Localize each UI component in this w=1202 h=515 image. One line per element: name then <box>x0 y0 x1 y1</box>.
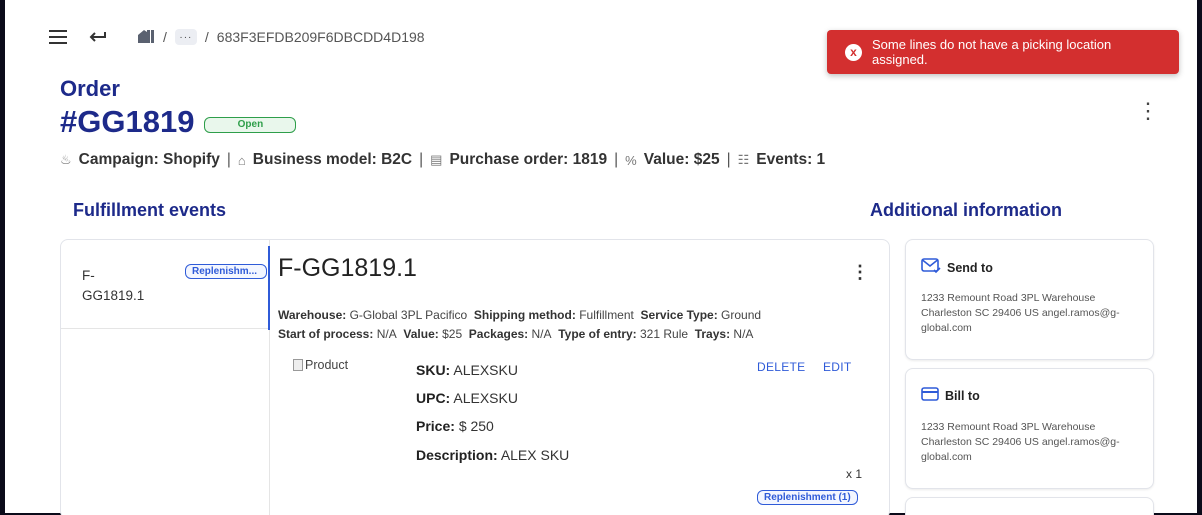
send-to-card: Send to 1233 Remount Road 3PL Warehouse … <box>905 239 1154 360</box>
order-label: Order <box>60 76 120 101</box>
error-icon: x <box>845 43 862 61</box>
service-value: Ground <box>721 308 762 322</box>
send-to-address: 1233 Remount Road 3PL Warehouse Charlest… <box>921 292 1120 334</box>
price-label: Price: <box>416 418 455 434</box>
breadcrumb-separator: / <box>204 29 209 45</box>
value-icon: % <box>625 152 637 168</box>
price-value: $ 250 <box>458 418 494 434</box>
status-badge: Open <box>204 117 297 133</box>
packages-label: Packages: <box>468 327 529 341</box>
app-frame: / ··· / 683F3EFDB209F6DBCDD4D198 x Some … <box>0 0 1202 515</box>
product-sku: SKU: ALEXSKU <box>416 362 518 378</box>
event-options-icon[interactable]: ⋮ <box>851 262 869 283</box>
error-toast[interactable]: x Some lines do not have a picking locat… <box>827 30 1179 74</box>
edit-button[interactable]: EDIT <box>823 360 852 374</box>
sku-label: SKU: <box>416 362 451 378</box>
warehouse-value: G-Global 3PL Pacifico <box>349 308 468 322</box>
meta-separator: | <box>419 151 424 168</box>
meta-value: Value: $25 <box>643 151 720 168</box>
fulfillment-card: F-GG1819.1 Replenishm... F-GG1819.1 ⋮ Wa… <box>60 239 890 515</box>
event-chip: Replenishm... <box>185 264 267 279</box>
events-icon: ☷ <box>737 152 750 167</box>
order-meta: ♨ Campaign: Shopify | ⌂ Business model: … <box>60 151 825 169</box>
start-label: Start of process: <box>278 327 374 341</box>
meta-purchase-order: Purchase order: 1819 <box>449 151 608 168</box>
event-label: F-GG1819.1 <box>82 268 145 303</box>
product-image: Product <box>293 358 348 372</box>
delete-button[interactable]: DELETE <box>757 360 805 374</box>
toast-message: Some lines do not have a picking locatio… <box>872 37 1112 67</box>
meta-campaign: Campaign: Shopify <box>78 151 220 168</box>
upc-value: ALEXSKU <box>453 390 518 406</box>
event-details-line1: Warehouse: G-Global 3PL Pacifico Shippin… <box>278 308 761 322</box>
send-to-title: Send to <box>947 260 993 275</box>
trays-label: Trays: <box>694 327 731 341</box>
breadcrumb-current: 683F3EFDB209F6DBCDD4D198 <box>216 29 425 45</box>
meta-business-model: Business model: B2C <box>252 151 413 168</box>
product-description: Description: ALEX SKU <box>416 447 569 463</box>
back-arrow-icon[interactable] <box>85 24 111 50</box>
order-number: #GG1819 <box>60 104 195 139</box>
shipping-value: Fulfillment <box>579 308 634 322</box>
envelope-check-icon <box>921 258 941 277</box>
breadcrumb: / ··· / 683F3EFDB209F6DBCDD4D198 <box>125 28 425 47</box>
upc-label: UPC: <box>416 390 451 406</box>
bill-to-address: 1233 Remount Road 3PL Warehouse Charlest… <box>921 421 1120 463</box>
breadcrumb-separator: / <box>163 29 167 45</box>
trays-value: N/A <box>733 327 754 341</box>
meta-events: Events: 1 <box>756 151 826 168</box>
additional-information-title: Additional information <box>870 200 1062 220</box>
order-number-row: #GG1819 Open <box>60 104 297 140</box>
active-indicator <box>268 246 270 330</box>
business-model-icon: ⌂ <box>237 152 246 168</box>
event-list: F-GG1819.1 Replenishm... <box>61 240 270 515</box>
meta-separator: | <box>726 151 731 168</box>
more-options-icon[interactable]: ⋮ <box>1137 98 1159 124</box>
event-title: F-GG1819.1 <box>278 254 417 282</box>
bill-to-header: Bill to <box>921 387 980 404</box>
shipping-label: Shipping method: <box>473 308 576 322</box>
warehouse-label: Warehouse: <box>278 308 347 322</box>
quantity: x 1 <box>846 467 863 481</box>
send-to-header: Send to <box>921 258 993 277</box>
meta-separator: | <box>614 151 619 168</box>
hamburger-icon[interactable] <box>45 24 71 50</box>
fulfillment-events-title: Fulfillment events <box>73 200 227 220</box>
top-bar: / ··· / 683F3EFDB209F6DBCDD4D198 <box>45 22 425 52</box>
document-icon: ▤ <box>430 152 443 167</box>
additional-card-partial <box>905 497 1154 515</box>
sku-value: ALEXSKU <box>453 362 518 378</box>
entry-label: Type of entry: <box>558 327 637 341</box>
entry-value: 321 Rule <box>640 327 689 341</box>
value-label: Value: <box>403 327 439 341</box>
campaign-icon: ♨ <box>60 152 72 167</box>
product-price: Price: $ 250 <box>416 418 494 434</box>
broken-image-icon <box>293 359 303 371</box>
breadcrumb-ellipsis[interactable]: ··· <box>174 29 197 45</box>
home-icon[interactable] <box>137 28 155 47</box>
description-label: Description: <box>416 447 498 463</box>
product-image-alt: Product <box>305 358 349 372</box>
start-value: N/A <box>376 327 397 341</box>
value-value: $25 <box>442 327 463 341</box>
description-value: ALEX SKU <box>500 447 570 463</box>
bill-to-card: Bill to 1233 Remount Road 3PL Warehouse … <box>905 368 1154 489</box>
replenishment-chip[interactable]: Replenishment (1) <box>757 490 858 505</box>
event-list-item[interactable]: F-GG1819.1 Replenishm... <box>61 240 270 329</box>
product-upc: UPC: ALEXSKU <box>416 390 518 406</box>
service-label: Service Type: <box>640 308 718 322</box>
packages-value: N/A <box>531 327 552 341</box>
bill-to-title: Bill to <box>945 388 980 403</box>
meta-separator: | <box>226 151 231 168</box>
credit-card-icon <box>921 387 939 404</box>
event-details-line2: Start of process: N/A Value: $25 Package… <box>278 327 753 341</box>
